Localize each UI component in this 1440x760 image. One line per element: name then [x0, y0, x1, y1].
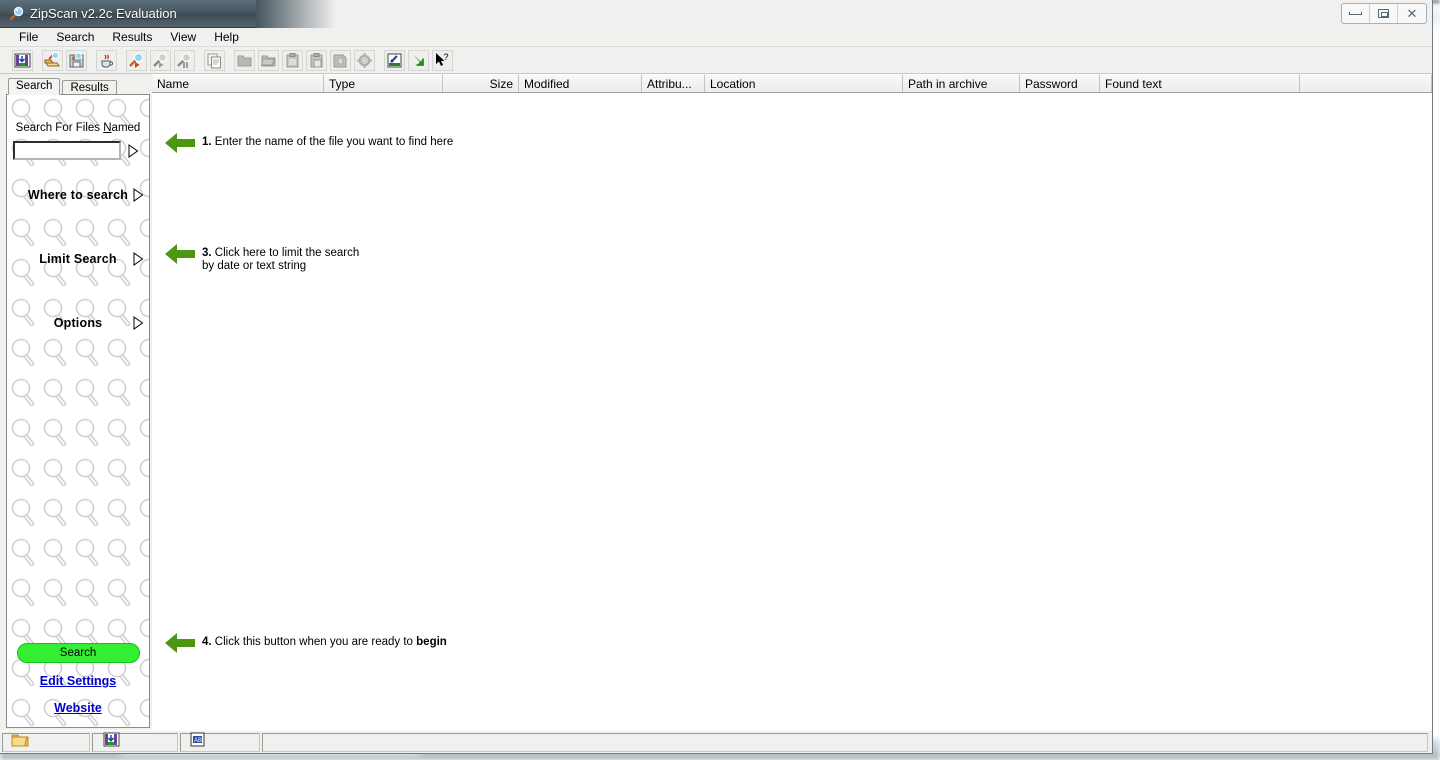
results-list[interactable]: 1. Enter the name of the file you want t…	[152, 93, 1432, 730]
section-title: Options	[53, 316, 103, 330]
left-arrow-icon	[164, 132, 196, 154]
export-icon[interactable]	[384, 49, 405, 71]
window-controls: ✕	[1341, 3, 1427, 24]
minimize-icon	[1349, 12, 1362, 15]
column-header-attributes[interactable]: Attribu...	[642, 74, 705, 92]
search-input[interactable]	[14, 143, 149, 158]
filename-combo-row	[12, 141, 149, 160]
status-pane-document[interactable]: AB	[180, 732, 260, 752]
column-header-type[interactable]: Type	[324, 74, 443, 92]
column-header-filler[interactable]	[1300, 74, 1432, 92]
svg-text:AB: AB	[194, 738, 202, 744]
menu-results[interactable]: Results	[103, 29, 161, 45]
column-header-found-text[interactable]: Found text	[1100, 74, 1300, 92]
folder-icon[interactable]	[234, 49, 255, 71]
document-icon: AB	[190, 732, 205, 752]
zipscan-window: ZipScan v2.2c Evaluation ✕ File Search R…	[0, 0, 1433, 754]
copy-icon[interactable]	[204, 49, 225, 71]
annotation-text: 4. Click this button when you are ready …	[202, 636, 447, 648]
website-link[interactable]: Website	[54, 701, 102, 715]
download-arrow-icon[interactable]	[408, 49, 429, 71]
column-header-modified[interactable]: Modified	[519, 74, 642, 92]
annotation-step-4: 4. Click this button when you are ready …	[164, 632, 447, 654]
column-header-path-in-archive[interactable]: Path in archive	[903, 74, 1020, 92]
close-button[interactable]: ✕	[1398, 4, 1426, 23]
column-header-name[interactable]: Name	[152, 74, 324, 92]
new-scan-icon[interactable]	[12, 49, 33, 71]
status-pane-scan[interactable]	[92, 732, 178, 752]
window-title: ZipScan v2.2c Evaluation	[30, 6, 177, 21]
search-panel: Search For Files Named Where to search L…	[6, 94, 150, 728]
open-icon[interactable]	[42, 49, 63, 71]
clipboard-icon[interactable]	[282, 49, 303, 71]
maximize-button[interactable]	[1370, 4, 1398, 23]
section-title: Limit Search	[39, 252, 117, 266]
java-icon[interactable]	[96, 49, 117, 71]
annotation-step-1: 1. Enter the name of the file you want t…	[164, 132, 453, 154]
annotation-step-3: 3. Click here to limit the search by dat…	[164, 243, 359, 273]
window-body: Search Results Search For Files Named Wh…	[0, 74, 1432, 730]
status-pane-folder[interactable]	[2, 732, 90, 752]
toolbar: ?	[0, 47, 1432, 74]
results-area: Name Type Size Modified Attribu... Locat…	[152, 74, 1432, 730]
edit-settings-link[interactable]: Edit Settings	[40, 674, 116, 688]
folder-icon	[11, 733, 29, 752]
help-cursor-icon[interactable]: ?	[432, 49, 453, 71]
archive-icon[interactable]	[330, 49, 351, 71]
column-header-size[interactable]: Size	[443, 74, 519, 92]
tab-results[interactable]: Results	[62, 80, 117, 95]
clipboard-paste-icon[interactable]	[306, 49, 327, 71]
minimize-button[interactable]	[1342, 4, 1370, 23]
expand-arrow-icon[interactable]	[133, 252, 144, 266]
search-for-files-label: Search For Files Named	[15, 122, 141, 134]
column-header-location[interactable]: Location	[705, 74, 903, 92]
folder-open-icon[interactable]	[258, 49, 279, 71]
sidebar-tabs: Search Results	[6, 76, 152, 95]
menubar: File Search Results View Help	[0, 28, 1432, 47]
status-pane-message	[262, 732, 1428, 752]
section-limit-search[interactable]: Limit Search	[13, 252, 144, 266]
section-where-to-search[interactable]: Where to search	[13, 188, 144, 202]
sidebar: Search Results Search For Files Named Wh…	[0, 74, 152, 730]
column-header-password[interactable]: Password	[1020, 74, 1100, 92]
magnifier-icon	[8, 6, 24, 22]
annotation-text: 1. Enter the name of the file you want t…	[202, 136, 454, 148]
search-pause-icon[interactable]	[150, 49, 171, 71]
close-icon: ✕	[1406, 5, 1418, 21]
annotation-text: 3. Click here to limit the search by dat…	[202, 247, 360, 272]
tab-search[interactable]: Search	[8, 78, 61, 95]
section-options[interactable]: Options	[13, 316, 144, 330]
maximize-icon	[1378, 9, 1389, 18]
menu-search[interactable]: Search	[47, 29, 103, 45]
search-start-icon[interactable]	[126, 49, 147, 71]
titlebar-gradient-fade	[256, 0, 336, 28]
results-column-header: Name Type Size Modified Attribu... Locat…	[152, 74, 1432, 93]
section-title: Where to search	[27, 188, 129, 202]
menu-view[interactable]: View	[161, 29, 205, 45]
save-icon[interactable]	[66, 49, 87, 71]
left-arrow-icon	[164, 632, 196, 654]
search-stop-icon[interactable]	[174, 49, 195, 71]
filename-combo[interactable]	[12, 141, 149, 160]
menu-help[interactable]: Help	[205, 29, 248, 45]
statusbar: AB	[0, 730, 1432, 753]
svg-text:?: ?	[444, 52, 449, 62]
left-arrow-icon	[164, 243, 196, 265]
settings-gear-icon[interactable]	[354, 49, 375, 71]
expand-arrow-icon[interactable]	[133, 188, 144, 202]
search-button[interactable]: Search	[16, 643, 140, 663]
expand-arrow-icon[interactable]	[133, 316, 144, 330]
titlebar[interactable]: ZipScan v2.2c Evaluation	[0, 0, 256, 28]
scan-icon	[103, 732, 120, 752]
menu-file[interactable]: File	[10, 29, 47, 45]
